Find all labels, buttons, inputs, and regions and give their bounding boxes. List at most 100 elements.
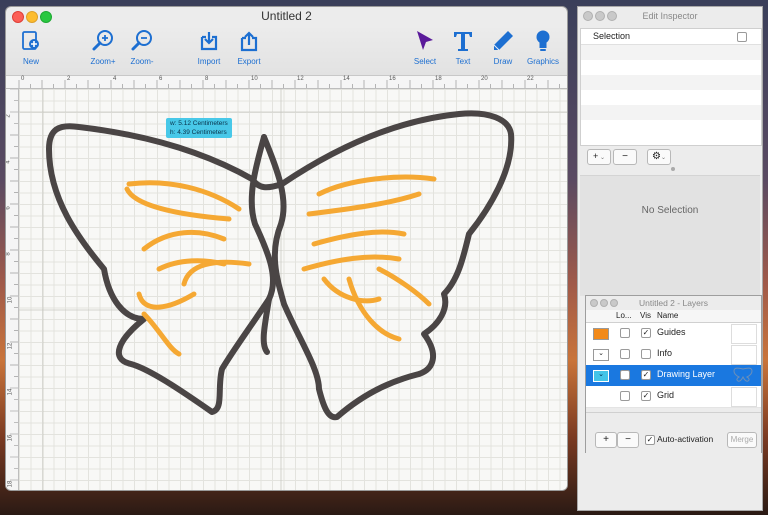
layers-close-button[interactable] [590, 299, 598, 307]
layer-visible-checkbox[interactable] [641, 349, 651, 359]
ruler-label: 6 [6, 206, 12, 210]
butterfly-drawing[interactable] [19, 89, 567, 490]
auto-activation-checkbox[interactable]: ✓ [645, 435, 655, 445]
layer-name: Guides [657, 327, 686, 337]
tooltip-width: w: 5.12 Centimeters [170, 120, 228, 127]
import-icon [200, 32, 218, 51]
window-title: Untitled 2 [261, 9, 312, 23]
graphics-label: Graphics [526, 57, 559, 66]
layer-color-swatch[interactable]: ⌄ [593, 349, 609, 361]
zoom-out-button[interactable]: Zoom- [117, 27, 167, 66]
pencil-icon [493, 31, 513, 51]
column-visible: Vis [640, 311, 651, 320]
ruler-label: 20 [481, 76, 488, 82]
layer-visible-checkbox[interactable]: ✓ [641, 328, 651, 338]
new-button[interactable]: New [6, 27, 56, 66]
vertical-ruler: 2 4 6 8 10 12 14 16 18 [6, 89, 19, 490]
layer-row-guides[interactable]: ✓ Guides [586, 323, 761, 345]
layers-minimize-button[interactable] [600, 299, 608, 307]
ruler-label: 8 [6, 252, 12, 256]
layer-color-swatch[interactable] [593, 328, 609, 340]
ruler-label: 6 [159, 76, 163, 82]
ruler-label: 10 [7, 296, 14, 304]
tooltip-height: h: 4.39 Centimeters [170, 129, 227, 136]
inspector-zoom-button[interactable] [607, 11, 617, 21]
inspector-title-bar: Edit Inspector [578, 7, 762, 25]
export-button[interactable]: Export [224, 27, 274, 66]
drawing-canvas[interactable] [19, 89, 567, 490]
main-window: Untitled 2 New Zoom+ Zoom- Import Export… [6, 7, 567, 490]
layer-lock-checkbox[interactable] [620, 328, 630, 338]
layer-lock-checkbox[interactable] [620, 349, 630, 359]
inspector-remove-label: − [622, 151, 628, 162]
selection-table: Selection [580, 28, 762, 146]
remove-layer-button[interactable]: − [617, 432, 639, 448]
zoom-out-label: Zoom- [130, 57, 154, 66]
layers-title: Untitled 2 - Layers [639, 298, 708, 308]
inspector-add-dropdown[interactable]: + ⌄ [587, 149, 611, 165]
toolbar: New Zoom+ Zoom- Import Export Select Tex… [6, 25, 567, 76]
close-button[interactable] [12, 11, 24, 23]
ruler-label: 22 [527, 76, 534, 82]
butterfly-outline [46, 110, 515, 421]
layer-visible-checkbox[interactable]: ✓ [641, 391, 651, 401]
export-label: Export [237, 57, 261, 66]
inspector-action-menu[interactable]: ⚙⌄ [647, 149, 671, 165]
no-selection-panel: No Selection [580, 175, 760, 296]
no-selection-label: No Selection [641, 205, 699, 216]
ruler-label: 0 [21, 76, 25, 82]
ruler-label: 2 [6, 114, 12, 118]
minimize-button[interactable] [26, 11, 38, 23]
layer-visible-checkbox[interactable]: ✓ [641, 370, 651, 380]
ruler-label: 18 [435, 76, 442, 82]
splitter-handle[interactable] [671, 167, 675, 171]
layers-zoom-button[interactable] [610, 299, 618, 307]
inspector-close-button[interactable] [583, 11, 593, 21]
ruler-label: 16 [7, 434, 14, 442]
zoom-button[interactable] [40, 11, 52, 23]
ruler-label: 4 [113, 76, 117, 82]
text-tool-icon [454, 32, 472, 51]
ruler-label: 8 [205, 76, 209, 82]
layer-name: Grid [657, 390, 675, 400]
inspector-minimize-button[interactable] [595, 11, 605, 21]
graphics-tool-button[interactable]: Graphics [518, 27, 567, 66]
ruler-label: 10 [251, 76, 258, 82]
column-lock: Lo... [616, 311, 632, 320]
horizontal-ruler: 024681012141618202224 [6, 76, 567, 89]
new-label: New [22, 57, 39, 66]
vertical-ruler-ticks [10, 89, 18, 481]
layers-list: ✓ Guides ⌄ Info ⌄ ✓ Drawing Layer ✓ Grid [586, 323, 761, 411]
layer-lock-checkbox[interactable] [620, 370, 630, 380]
layers-header: Lo... Vis Name [586, 310, 761, 323]
selection-checkbox[interactable] [737, 32, 747, 42]
chevron-down-icon: ⌄ [660, 155, 666, 161]
chevron-down-icon: ⌄ [598, 155, 605, 161]
layer-lock-checkbox[interactable] [620, 391, 630, 401]
merge-label: Merge [730, 435, 754, 444]
ruler-label: 4 [6, 160, 12, 164]
table-row [581, 75, 761, 90]
layer-name: Info [657, 348, 673, 358]
export-icon [240, 31, 258, 52]
table-row [581, 45, 761, 60]
ruler-label: 16 [389, 76, 396, 82]
merge-button[interactable]: Merge [727, 432, 757, 448]
butterfly-thumbnail-icon [731, 366, 755, 384]
layers-title-bar: Untitled 2 - Layers [586, 296, 761, 310]
table-row [581, 105, 761, 120]
layer-row-info[interactable]: ⌄ Info [586, 344, 761, 366]
layer-thumbnail [731, 387, 757, 407]
layer-thumbnail [731, 324, 757, 344]
ruler-label: 18 [7, 480, 14, 488]
dimension-tooltip: w: 5.12 Centimeters h: 4.39 Centimeters [166, 118, 232, 138]
layer-color-swatch[interactable]: ⌄ [593, 370, 609, 382]
layer-row-drawing-selected[interactable]: ⌄ ✓ Drawing Layer [586, 365, 761, 387]
ruler-label: 14 [343, 76, 350, 82]
ruler-label: 2 [67, 76, 71, 82]
zoom-out-icon [131, 30, 152, 51]
layer-row-grid[interactable]: ✓ Grid [586, 386, 761, 408]
add-layer-button[interactable]: + [595, 432, 617, 448]
inspector-remove-button[interactable]: − [613, 149, 637, 165]
title-bar: Untitled 2 [6, 7, 567, 25]
